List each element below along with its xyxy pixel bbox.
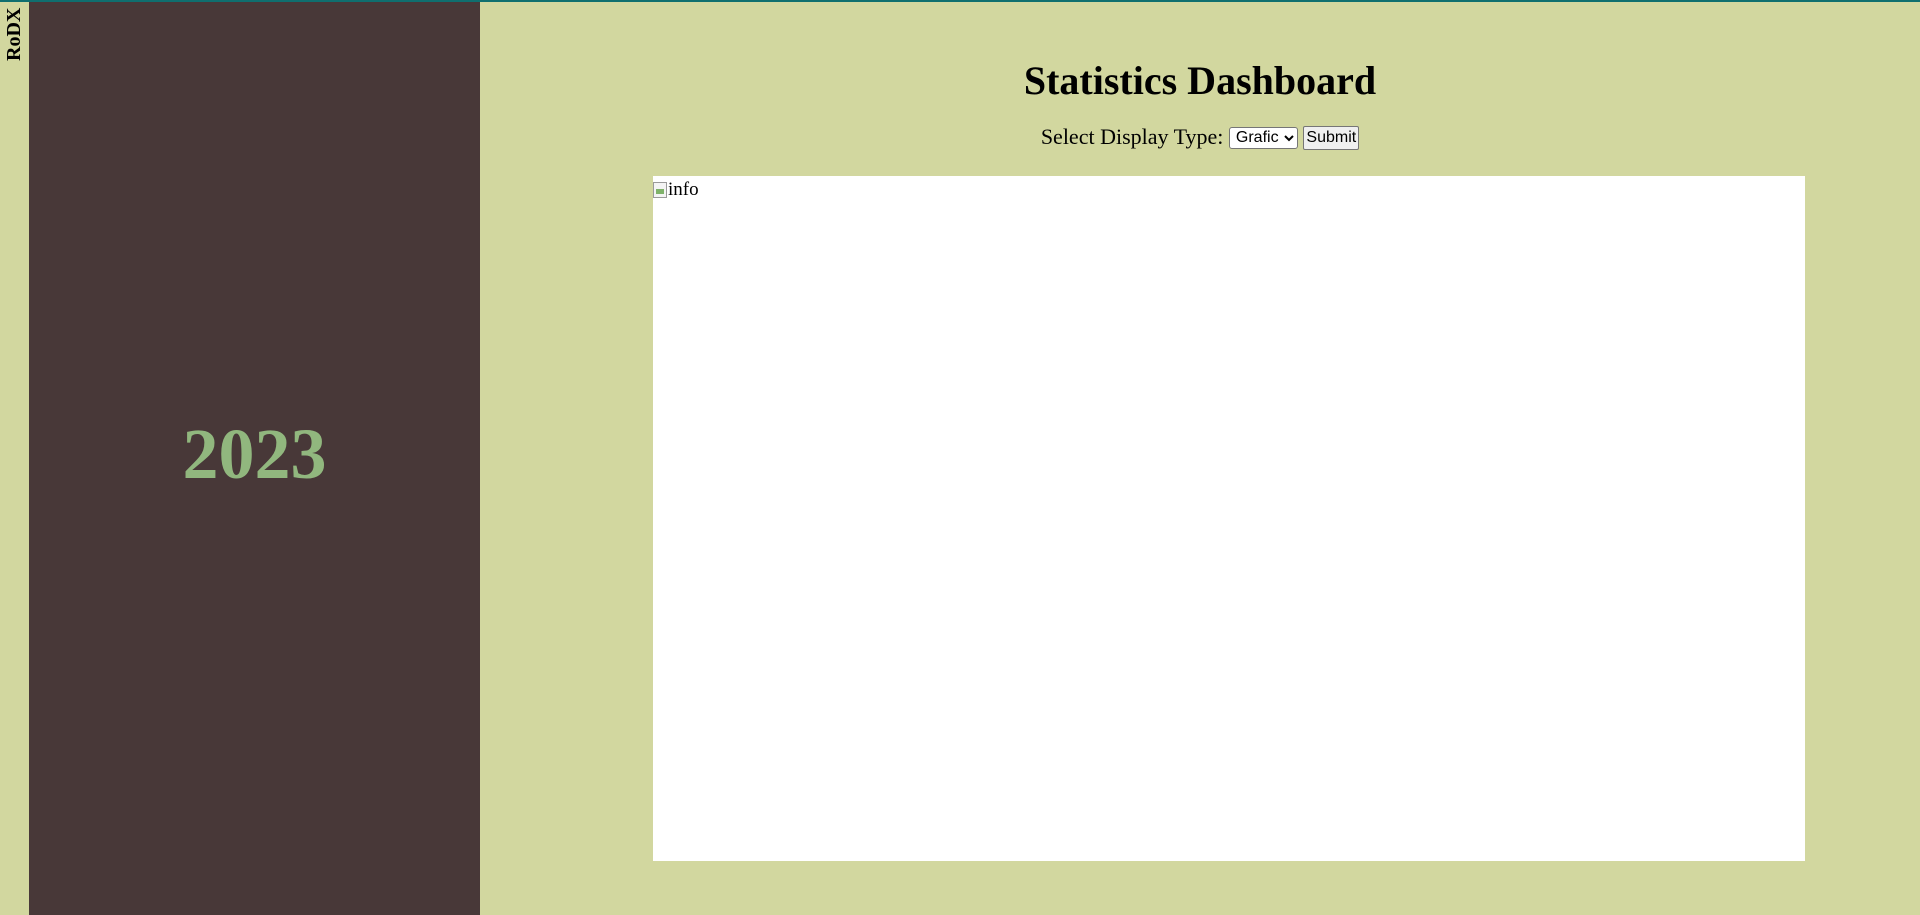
info-image: info xyxy=(653,179,699,201)
brand-strip: RoDX xyxy=(0,2,29,915)
display-type-form: Select Display Type: Grafic Submit xyxy=(480,123,1920,151)
info-image-alt-text: info xyxy=(668,179,699,200)
display-type-select[interactable]: Grafic xyxy=(1228,126,1298,149)
brand-logo-text[interactable]: RoDX xyxy=(2,8,27,70)
page-title: Statistics Dashboard xyxy=(1023,58,1377,103)
main-content: Statistics Dashboard Select Display Type… xyxy=(480,2,1920,915)
broken-image-icon xyxy=(653,182,667,198)
submit-button[interactable]: Submit xyxy=(1303,126,1360,150)
display-type-label: Select Display Type: xyxy=(1040,124,1224,149)
chart-image-panel: info xyxy=(653,176,1805,861)
sidebar-year: 2023 xyxy=(182,413,327,494)
sidebar: 2023 xyxy=(29,2,480,915)
